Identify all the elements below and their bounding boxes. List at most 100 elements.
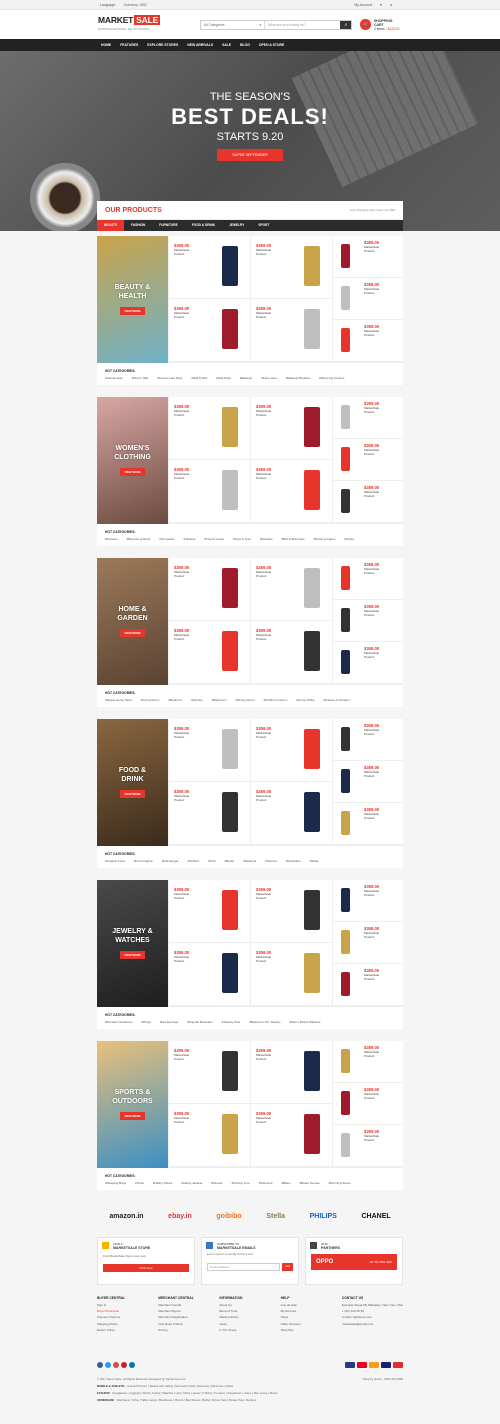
category-banner[interactable]: SPORTS & OUTDOORS VIEW MORE (97, 1041, 168, 1168)
view-more-button[interactable]: VIEW MORE (120, 1112, 145, 1120)
linkedin-icon[interactable] (129, 1362, 135, 1368)
product-image[interactable] (341, 811, 350, 835)
hot-category-link[interactable]: #Dresses (105, 537, 118, 541)
hot-category-link[interactable]: #Beads for DIY Jewelry (249, 1020, 280, 1024)
hot-category-link[interactable]: #Bikes (281, 1181, 290, 1185)
hot-category-link[interactable]: #Hot Earrings (160, 1020, 178, 1024)
hot-category-link[interactable]: #Men's Brand Watches (290, 1020, 321, 1024)
view-more-button[interactable]: VIEW MORE (120, 629, 145, 637)
product-image[interactable] (222, 631, 238, 671)
category-select[interactable]: All Categories ▾ (201, 20, 266, 29)
shopping-cart[interactable]: 🛒 SHOPPING CART 2 items - $123.00 (360, 19, 402, 31)
hot-category-link[interactable]: #Pants & Capris (314, 537, 336, 541)
product-image[interactable] (341, 566, 350, 590)
hot-category-link[interactable]: #Fishing Lure (232, 1181, 250, 1185)
product-image[interactable] (222, 1114, 238, 1154)
product-card[interactable]: $359.00 MarketSale Product (332, 1041, 403, 1083)
hot-category-link[interactable]: #Space Home Store (105, 698, 132, 702)
hot-category-link[interactable]: #Dining Room (236, 698, 255, 702)
view-more-button[interactable]: VIEW MORE (120, 790, 145, 798)
product-card[interactable]: $359.00 MarketSale Product (332, 719, 403, 761)
hot-category-link[interactable]: #Clip In Hair (132, 376, 149, 380)
language-select[interactable]: Language: (100, 3, 116, 7)
product-card[interactable]: $359.00 MarketSale Product (332, 236, 403, 278)
product-card[interactable]: $359.00 MarketSale Product (332, 803, 403, 845)
hot-category-link[interactable]: #Running Shoes (329, 1181, 351, 1185)
category-banner[interactable]: BEAUTY & HEALTH VIEW MORE (97, 236, 168, 363)
hot-category-link[interactable]: #Seafood (243, 859, 256, 863)
hot-category-link[interactable]: #Sleeping Bags (105, 1181, 126, 1185)
product-image[interactable] (304, 407, 320, 447)
footer-link[interactable]: How Does It Work (158, 1322, 219, 1326)
pinterest-icon[interactable] (121, 1362, 127, 1368)
footer-link[interactable]: Merchant Registration (158, 1315, 219, 1319)
product-card[interactable]: $359.00 MarketSale Product (250, 236, 332, 299)
footer-link[interactable]: FAQs (281, 1315, 342, 1319)
product-card[interactable]: $359.00 MarketSale Product (332, 922, 403, 964)
product-card[interactable]: $359.00 MarketSale Product (168, 299, 250, 362)
hot-category-link[interactable]: #Makeup (240, 376, 252, 380)
footer-link[interactable]: Shop Box (281, 1328, 342, 1332)
product-card[interactable]: $359.00 MarketSale Product (250, 719, 332, 782)
product-image[interactable] (341, 405, 350, 429)
footer-link[interactable]: Sign In (97, 1303, 158, 1307)
product-card[interactable]: $359.00 MarketSale Product (168, 621, 250, 684)
product-card[interactable]: $359.00 MarketSale Product (168, 1104, 250, 1167)
footer-link[interactable]: Return Policy (97, 1328, 158, 1332)
product-image[interactable] (341, 1091, 350, 1115)
oppo-banner[interactable]: OPPO UP TO 35% OFF (311, 1254, 397, 1270)
twitter-icon[interactable] (105, 1362, 111, 1368)
product-card[interactable]: $359.00 MarketSale Product (250, 880, 332, 943)
hot-category-link[interactable]: #Rings (142, 1020, 151, 1024)
hot-category-link[interactable]: #Human Hair Wigs (157, 376, 182, 380)
nav-item-5[interactable]: BLOG (240, 43, 250, 47)
footer-link[interactable]: Example Street 68, Mahattan, New York, U… (342, 1303, 403, 1307)
search-icon[interactable]: ⌕ (340, 20, 352, 29)
product-card[interactable]: $359.00 MarketSale Product (168, 719, 250, 782)
tab-3[interactable]: FOOD & DRINK (185, 220, 222, 231)
hot-category-link[interactable]: #Living Room (141, 698, 159, 702)
product-card[interactable]: $359.00 MarketSale Product (250, 299, 332, 362)
product-card[interactable]: $359.00 MarketSale Product (168, 397, 250, 460)
product-card[interactable]: $359.00 MarketSale Product (332, 880, 403, 922)
product-image[interactable] (222, 890, 238, 930)
product-card[interactable]: $359.00 MarketSale Product (332, 1125, 403, 1167)
product-card[interactable]: $359.00 MarketSale Product (332, 600, 403, 642)
click-here-button[interactable]: Click here (103, 1264, 189, 1272)
hot-category-link[interactable]: #Hiking Shoes (153, 1181, 172, 1185)
product-card[interactable]: $359.00 MarketSale Product (332, 439, 403, 481)
product-image[interactable] (341, 650, 350, 674)
product-image[interactable] (222, 309, 238, 349)
product-image[interactable] (341, 972, 350, 996)
product-image[interactable] (341, 727, 350, 751)
product-image[interactable] (304, 568, 320, 608)
product-card[interactable]: $359.00 MarketSale Product (250, 397, 332, 460)
product-image[interactable] (341, 286, 350, 310)
hot-category-link[interactable]: #Trench Coats (204, 537, 224, 541)
footer-link[interactable]: Payment Options (97, 1315, 158, 1319)
hot-category-link[interactable]: #Nail Tools (216, 376, 231, 380)
product-card[interactable]: $359.00 MarketSale Product (250, 558, 332, 621)
hot-category-link[interactable]: #Children's Room (264, 698, 288, 702)
brand-logo[interactable]: CHANEL (361, 1213, 390, 1220)
product-image[interactable] (304, 729, 320, 769)
heart-icon[interactable]: ♥ (380, 3, 382, 7)
product-card[interactable]: $359.00 MarketSale Product (332, 320, 403, 362)
hot-category-link[interactable]: #Salat (310, 859, 319, 863)
product-image[interactable] (304, 1114, 320, 1154)
hot-category-link[interactable]: #Jumpsuits (159, 537, 174, 541)
product-image[interactable] (304, 890, 320, 930)
nav-item-2[interactable]: EXPLORE STORES (147, 43, 178, 47)
category-banner[interactable]: FOOD & DRINK VIEW MORE (97, 719, 168, 846)
hot-category-link[interactable]: #Popular Bracelets (187, 1020, 212, 1024)
super-september-button[interactable]: SUPER SEPTEMBER (217, 149, 283, 161)
product-image[interactable] (341, 1049, 350, 1073)
currency-select[interactable]: Currency: USD (124, 3, 147, 7)
product-image[interactable] (222, 407, 238, 447)
product-card[interactable]: $359.00 MarketSale Product (332, 481, 403, 523)
product-card[interactable]: $359.00 MarketSale Product (168, 880, 250, 943)
hot-category-link[interactable]: #Board Games (299, 1181, 319, 1185)
footer-link[interactable]: Market History (219, 1315, 280, 1319)
product-image[interactable] (341, 608, 350, 632)
product-card[interactable]: $359.00 MarketSale Product (250, 943, 332, 1006)
